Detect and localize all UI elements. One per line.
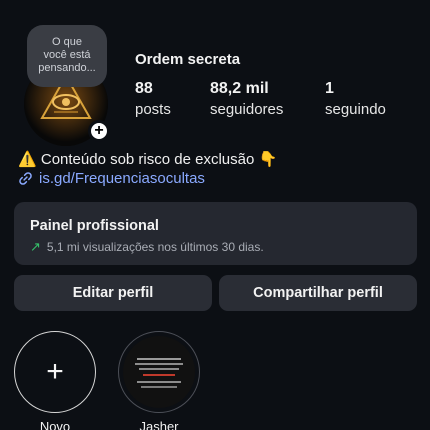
- panel-title: Painel profissional: [30, 218, 159, 234]
- link-text: is.gd/Frequenciasocultas: [39, 170, 205, 187]
- link-icon: [19, 172, 32, 185]
- highlight-new-ring: +: [14, 331, 96, 413]
- note-bubble[interactable]: O que você está pensando...: [27, 25, 107, 87]
- stat-label: seguidores: [210, 101, 284, 118]
- highlight-label: Novo: [39, 419, 71, 430]
- highlight-label: Jasher: [139, 419, 179, 430]
- share-profile-button[interactable]: Compartilhar perfil: [219, 275, 417, 311]
- panel-subtitle-text: 5,1 mi visualizações nos últimos 30 dias…: [46, 240, 264, 254]
- add-story-badge[interactable]: +: [88, 120, 110, 142]
- panel-subtitle: ↗ 5,1 mi visualizações nos últimos 30 di…: [30, 239, 264, 255]
- stat-following[interactable]: 1 seguindo: [325, 80, 386, 118]
- highlight-cover-image: [123, 336, 195, 408]
- stat-posts[interactable]: 88 posts: [135, 80, 171, 118]
- bio-link[interactable]: is.gd/Frequenciasocultas: [18, 170, 205, 187]
- stat-label: seguindo: [325, 101, 386, 118]
- warning-icon: ⚠️: [18, 151, 37, 168]
- plus-icon: +: [94, 122, 104, 139]
- edit-profile-button[interactable]: Editar perfil: [14, 275, 212, 311]
- highlight-new[interactable]: + Novo: [12, 331, 98, 430]
- highlight-ring: [118, 331, 200, 413]
- stat-value: 88: [135, 80, 153, 97]
- top-bar-fragment: [0, 0, 430, 4]
- stat-value: 1: [325, 80, 334, 97]
- plus-icon: +: [46, 355, 64, 388]
- profile-name: Ordem secreta: [135, 51, 241, 68]
- text-cover-image: [135, 358, 183, 388]
- stat-followers[interactable]: 88,2 mil seguidores: [210, 80, 283, 118]
- stat-label: posts: [135, 101, 171, 118]
- professional-dashboard[interactable]: Painel profissional ↗ 5,1 mi visualizaçõ…: [14, 202, 417, 265]
- bio-line: Conteúdo sob risco de exclusão: [40, 151, 255, 168]
- highlight-jasher[interactable]: Jasher: [116, 331, 202, 430]
- bio-text: ⚠️ Conteúdo sob risco de exclusão 👇: [18, 150, 277, 168]
- stat-value: 88,2 mil: [210, 80, 269, 97]
- pointing-down-icon: 👇: [258, 151, 278, 168]
- trend-up-icon: ↗: [30, 239, 41, 254]
